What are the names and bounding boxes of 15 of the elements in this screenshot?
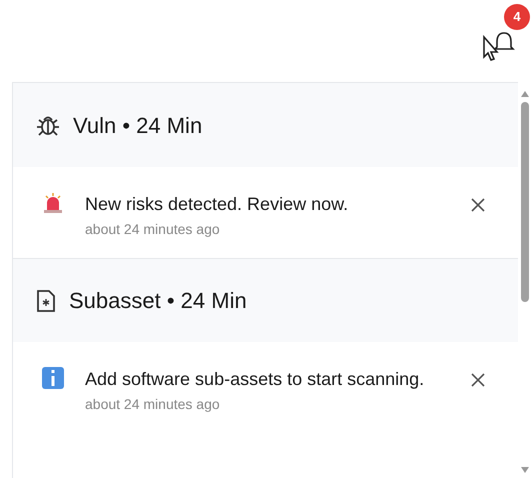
close-icon xyxy=(470,372,486,388)
scroll-down-icon[interactable] xyxy=(520,466,530,474)
group-title: Subasset • 24 Min xyxy=(69,287,247,315)
scrollbar-thumb[interactable] xyxy=(521,102,529,302)
info-icon xyxy=(41,366,65,390)
notification-time: about 24 minutes ago xyxy=(85,220,221,239)
close-icon xyxy=(470,197,486,213)
notification-message: Add software sub-assets to start scanning. xyxy=(85,368,426,391)
notification-message: New risks detected. Review now. xyxy=(85,193,350,216)
notification-badge: 4 xyxy=(504,4,530,30)
notification-time: about 24 minutes ago xyxy=(85,395,221,414)
file-icon xyxy=(35,288,57,312)
scroll-up-icon[interactable] xyxy=(520,90,530,98)
group-title: Vuln • 24 Min xyxy=(73,112,202,140)
siren-icon xyxy=(41,191,65,215)
